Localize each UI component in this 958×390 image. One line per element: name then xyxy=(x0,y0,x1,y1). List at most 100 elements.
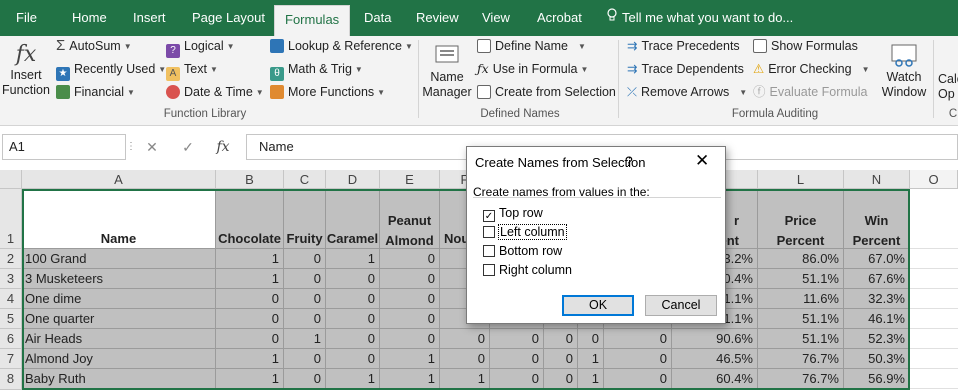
cell-c7[interactable]: 0 xyxy=(284,349,326,369)
math-trig-button[interactable]: θ Math & Trig ▼ xyxy=(270,61,363,81)
cell-j7[interactable]: 0 xyxy=(604,349,672,369)
evaluate-formula-button[interactable]: ⓕ Evaluate Formula xyxy=(753,84,867,100)
cell-k7[interactable]: 46.5% xyxy=(672,349,758,369)
cell-name3[interactable]: 3 Musketeers xyxy=(22,269,216,289)
error-checking-button[interactable]: ⚠ Error Checking ▼ xyxy=(753,61,870,78)
tab-home[interactable]: Home xyxy=(72,0,107,36)
remove-arrows-button[interactable]: ⤫ Remove Arrows ▼ xyxy=(627,84,747,101)
cell-n6[interactable]: 52.3% xyxy=(844,329,910,349)
cell-f8[interactable]: 1 xyxy=(440,369,490,389)
cell-c2[interactable]: 0 xyxy=(284,249,326,269)
tell-me-search[interactable]: Tell me what you want to do... xyxy=(606,0,793,36)
tab-insert[interactable]: Insert xyxy=(133,0,166,36)
cell-c4[interactable]: 0 xyxy=(284,289,326,309)
tab-view[interactable]: View xyxy=(482,0,510,36)
trace-precedents-button[interactable]: ⇉ Trace Precedents xyxy=(627,38,740,54)
cell-k6[interactable]: 90.6% xyxy=(672,329,758,349)
cell-name5[interactable]: One quarter xyxy=(22,309,216,329)
cell-h6[interactable]: 0 xyxy=(544,329,578,349)
column-header-l[interactable]: L xyxy=(758,170,844,189)
cell-d8[interactable]: 1 xyxy=(326,369,380,389)
tab-formulas[interactable]: Formulas xyxy=(274,5,351,36)
date-time-button[interactable]: Date & Time ▼ xyxy=(166,84,264,101)
column-header-e[interactable]: E xyxy=(380,170,440,189)
cell-d1[interactable]: Caramel xyxy=(326,189,380,249)
cell-name7[interactable]: Almond Joy xyxy=(22,349,216,369)
enter-entry-button[interactable]: ✓ xyxy=(176,134,200,160)
cell-c8[interactable]: 0 xyxy=(284,369,326,389)
column-header-d[interactable]: D xyxy=(326,170,380,189)
name-manager-button[interactable]: Name Manager xyxy=(422,42,472,100)
cell-c1[interactable]: Fruity xyxy=(284,189,326,249)
cell-n7[interactable]: 50.3% xyxy=(844,349,910,369)
row-header-7[interactable]: 7 xyxy=(0,349,22,369)
cell-l2[interactable]: 86.0% xyxy=(758,249,844,269)
more-functions-button[interactable]: More Functions ▼ xyxy=(270,84,385,101)
recently-used-button[interactable]: ★ Recently Used ▼ xyxy=(56,61,166,81)
cell-l7[interactable]: 76.7% xyxy=(758,349,844,369)
cell-j6[interactable]: 0 xyxy=(604,329,672,349)
cell-b1[interactable]: Chocolate xyxy=(216,189,284,249)
cell-o3[interactable] xyxy=(910,269,958,289)
bottom-row-checkbox[interactable]: Bottom row xyxy=(483,244,562,258)
cell-b3[interactable]: 1 xyxy=(216,269,284,289)
cell-d5[interactable]: 0 xyxy=(326,309,380,329)
autosum-button[interactable]: Σ AutoSum ▼ xyxy=(56,38,132,55)
cell-e5[interactable]: 0 xyxy=(380,309,440,329)
cell-name2[interactable]: 100 Grand xyxy=(22,249,216,269)
cell-l8[interactable]: 76.7% xyxy=(758,369,844,389)
tab-page-layout[interactable]: Page Layout xyxy=(192,0,265,36)
cell-l4[interactable]: 11.6% xyxy=(758,289,844,309)
cell-l6[interactable]: 51.1% xyxy=(758,329,844,349)
close-button[interactable]: ✕ xyxy=(695,151,709,171)
cell-o6[interactable] xyxy=(910,329,958,349)
watch-window-button[interactable]: Watch Window xyxy=(878,42,930,100)
cell-d3[interactable]: 0 xyxy=(326,269,380,289)
cell-e3[interactable]: 0 xyxy=(380,269,440,289)
cell-e2[interactable]: 0 xyxy=(380,249,440,269)
cell-o8[interactable] xyxy=(910,369,958,389)
tab-data[interactable]: Data xyxy=(364,0,391,36)
cell-d7[interactable]: 0 xyxy=(326,349,380,369)
cell-l1[interactable]: Price Percent xyxy=(758,189,844,249)
column-header-n[interactable]: N xyxy=(844,170,910,189)
cell-g8[interactable]: 0 xyxy=(490,369,544,389)
row-header-5[interactable]: 5 xyxy=(0,309,22,329)
cell-b2[interactable]: 1 xyxy=(216,249,284,269)
calculation-options-button[interactable]: Calc Op xyxy=(938,72,958,102)
row-header-3[interactable]: 3 xyxy=(0,269,22,289)
trace-dependents-button[interactable]: ⇉ Trace Dependents xyxy=(627,61,744,77)
column-header-a[interactable]: A xyxy=(22,170,216,189)
cell-name4[interactable]: One dime xyxy=(22,289,216,309)
cell-l5[interactable]: 51.1% xyxy=(758,309,844,329)
cell-b6[interactable]: 0 xyxy=(216,329,284,349)
cell-e8[interactable]: 1 xyxy=(380,369,440,389)
insert-function-button[interactable]: fx Insert Function xyxy=(2,42,50,98)
cell-n3[interactable]: 67.6% xyxy=(844,269,910,289)
cell-name6[interactable]: Air Heads xyxy=(22,329,216,349)
cell-n4[interactable]: 32.3% xyxy=(844,289,910,309)
cell-e4[interactable]: 0 xyxy=(380,289,440,309)
select-all-corner[interactable] xyxy=(0,170,22,189)
column-header-c[interactable]: C xyxy=(284,170,326,189)
cell-b4[interactable]: 0 xyxy=(216,289,284,309)
cell-o1[interactable] xyxy=(910,189,958,249)
cell-b5[interactable]: 0 xyxy=(216,309,284,329)
row-header-1[interactable]: 1 xyxy=(0,189,22,249)
cell-d4[interactable]: 0 xyxy=(326,289,380,309)
cell-h7[interactable]: 0 xyxy=(544,349,578,369)
cell-o4[interactable] xyxy=(910,289,958,309)
define-name-button[interactable]: Define Name ▼ xyxy=(477,38,586,55)
lookup-reference-button[interactable]: Lookup & Reference ▼ xyxy=(270,38,413,55)
cancel-button[interactable]: Cancel xyxy=(645,295,717,316)
cell-n1[interactable]: Win Percent xyxy=(844,189,910,249)
row-header-6[interactable]: 6 xyxy=(0,329,22,349)
top-row-checkbox[interactable]: ✓ Top row xyxy=(483,206,543,222)
row-header-2[interactable]: 2 xyxy=(0,249,22,269)
cell-d2[interactable]: 1 xyxy=(326,249,380,269)
text-button[interactable]: A Text ▼ xyxy=(166,61,218,81)
cell-name8[interactable]: Baby Ruth xyxy=(22,369,216,389)
cell-o5[interactable] xyxy=(910,309,958,329)
row-header-8[interactable]: 8 xyxy=(0,369,22,390)
tab-review[interactable]: Review xyxy=(416,0,459,36)
